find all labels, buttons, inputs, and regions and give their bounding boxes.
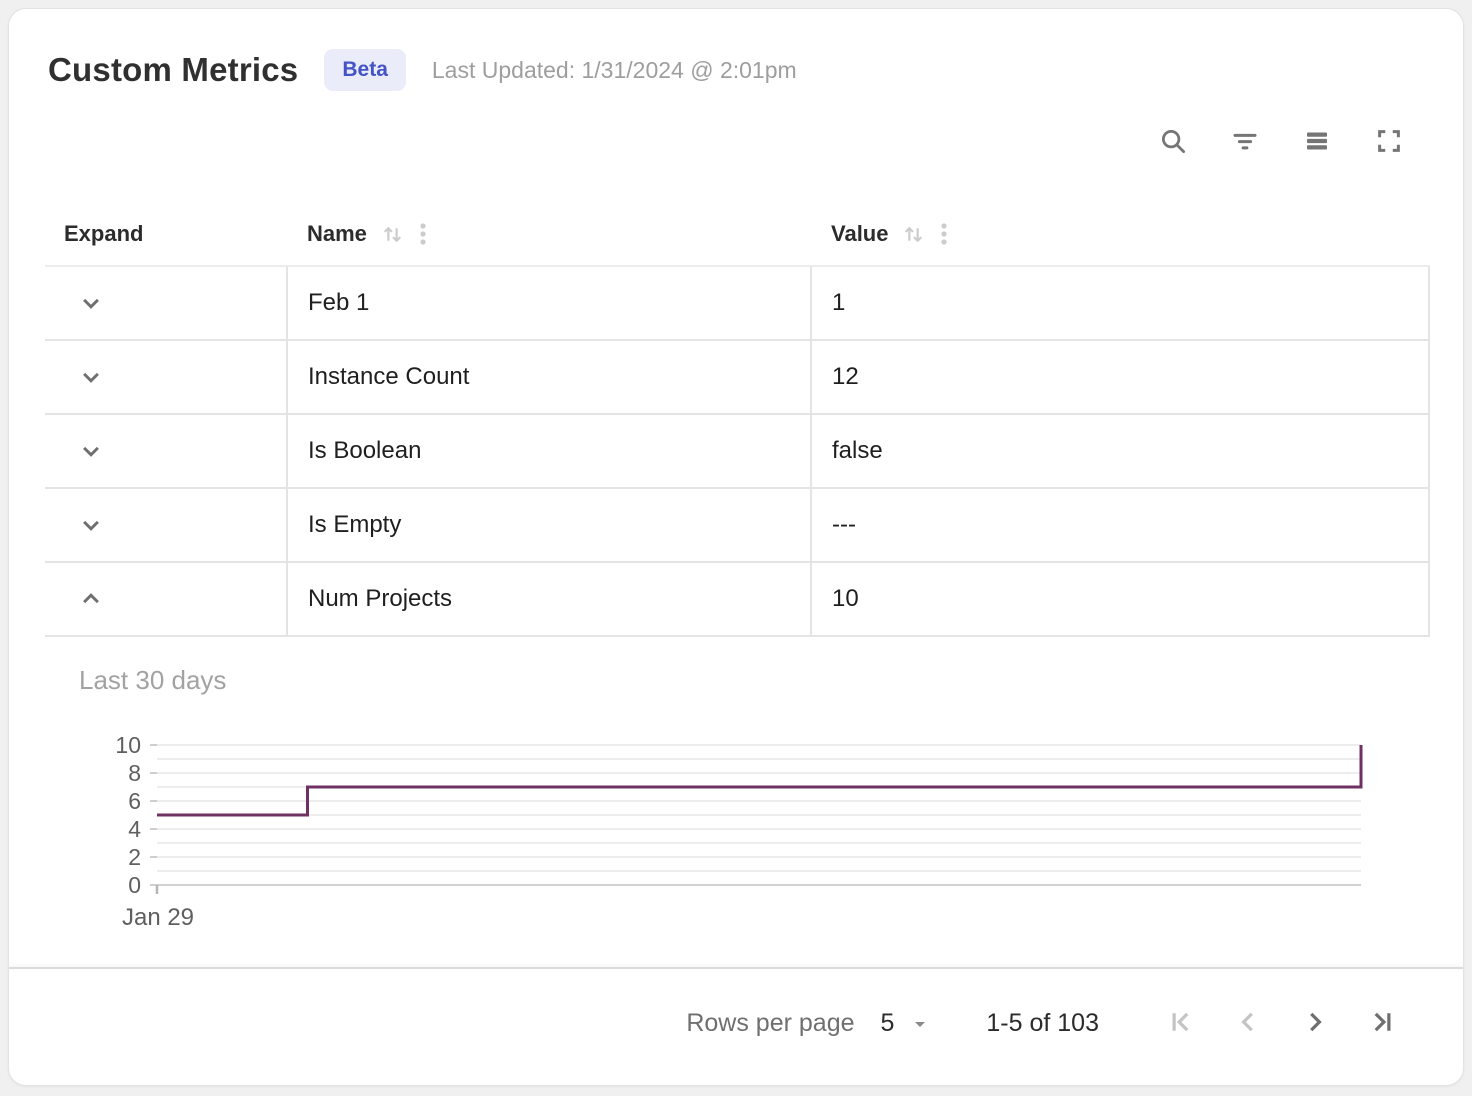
- grid-toolbar: [9, 91, 1463, 157]
- rows-per-page-select[interactable]: 5: [881, 1009, 933, 1038]
- metrics-table: Expand Name Value: [45, 203, 1430, 967]
- row-detail-panel: Last 30 days 0246810Jan 29: [45, 637, 1430, 967]
- name-cell: Instance Count: [288, 341, 812, 415]
- name-cell: Is Boolean: [288, 415, 812, 489]
- svg-text:Jan 29: Jan 29: [122, 904, 194, 931]
- first-page-icon: [1166, 1007, 1196, 1040]
- table-row: Num Projects 10: [45, 563, 1430, 637]
- card-header: Custom Metrics Beta Last Updated: 1/31/2…: [9, 9, 1463, 91]
- svg-text:4: 4: [128, 816, 141, 842]
- sort-icon[interactable]: [379, 221, 406, 248]
- search-icon: [1158, 126, 1188, 156]
- page-title: Custom Metrics: [48, 51, 298, 89]
- pagination-range: 1-5 of 103: [986, 1009, 1099, 1038]
- fullscreen-button[interactable]: [1373, 125, 1405, 157]
- column-label: Value: [831, 221, 888, 247]
- pagination-nav: [1129, 1009, 1397, 1039]
- density-button[interactable]: [1301, 125, 1333, 157]
- name-cell: Is Empty: [288, 489, 812, 563]
- column-label: Name: [307, 221, 367, 247]
- column-header-name[interactable]: Name: [288, 203, 812, 265]
- last-updated-text: Last Updated: 1/31/2024 @ 2:01pm: [432, 57, 797, 84]
- chevron-down-icon: [76, 362, 106, 392]
- value-cell: 10: [812, 563, 1430, 637]
- svg-text:6: 6: [128, 788, 141, 814]
- chevron-up-icon: [76, 584, 106, 614]
- search-button[interactable]: [1157, 125, 1189, 157]
- chevron-down-icon: [76, 436, 106, 466]
- step-line-chart: 0246810 Jan 29: [45, 637, 1430, 967]
- svg-text:2: 2: [128, 844, 141, 870]
- rows-per-page-value: 5: [881, 1009, 895, 1038]
- filter-button[interactable]: [1229, 125, 1261, 157]
- expand-row-button[interactable]: [76, 510, 106, 540]
- sort-icon[interactable]: [900, 221, 927, 248]
- value-cell: false: [812, 415, 1430, 489]
- first-page-button[interactable]: [1166, 1009, 1196, 1039]
- last-page-icon: [1367, 1007, 1397, 1040]
- value-cell: 12: [812, 341, 1430, 415]
- expand-row-button[interactable]: [76, 362, 106, 392]
- column-label: Expand: [64, 221, 143, 247]
- chevron-left-icon: [1233, 1007, 1263, 1040]
- name-cell: Num Projects: [288, 563, 812, 637]
- column-menu-icon[interactable]: [418, 219, 428, 249]
- expand-cell: [45, 489, 288, 563]
- value-cell: 1: [812, 267, 1430, 341]
- table-header-row: Expand Name Value: [45, 203, 1430, 267]
- filter-icon: [1230, 126, 1260, 156]
- chevron-down-icon: [76, 288, 106, 318]
- table-row: Instance Count 12: [45, 341, 1430, 415]
- collapse-row-button[interactable]: [76, 584, 106, 614]
- density-icon: [1302, 126, 1332, 156]
- chevron-right-icon: [1300, 1007, 1330, 1040]
- expand-cell: [45, 267, 288, 341]
- rows-per-page-label: Rows per page: [686, 1009, 854, 1038]
- table-row: Is Empty ---: [45, 489, 1430, 563]
- beta-badge: Beta: [324, 49, 406, 91]
- value-cell: ---: [812, 489, 1430, 563]
- svg-text:8: 8: [128, 760, 141, 786]
- expand-row-button[interactable]: [76, 436, 106, 466]
- svg-text:0: 0: [128, 872, 141, 898]
- fullscreen-icon: [1374, 126, 1404, 156]
- column-header-expand: Expand: [45, 203, 288, 265]
- expand-row-button[interactable]: [76, 288, 106, 318]
- table-row: Is Boolean false: [45, 415, 1430, 489]
- custom-metrics-card: Custom Metrics Beta Last Updated: 1/31/2…: [8, 8, 1464, 1086]
- last-page-button[interactable]: [1367, 1009, 1397, 1039]
- expand-cell: [45, 341, 288, 415]
- column-header-value[interactable]: Value: [812, 203, 1430, 265]
- table-footer: Rows per page 5 1-5 of 103: [9, 967, 1463, 1078]
- chevron-down-icon: [76, 510, 106, 540]
- expand-cell: [45, 563, 288, 637]
- previous-page-button[interactable]: [1233, 1009, 1263, 1039]
- table-row: Feb 1 1: [45, 267, 1430, 341]
- name-cell: Feb 1: [288, 267, 812, 341]
- next-page-button[interactable]: [1300, 1009, 1330, 1039]
- dropdown-arrow-icon: [908, 1012, 932, 1036]
- column-menu-icon[interactable]: [939, 219, 949, 249]
- svg-text:10: 10: [115, 732, 141, 758]
- expand-cell: [45, 415, 288, 489]
